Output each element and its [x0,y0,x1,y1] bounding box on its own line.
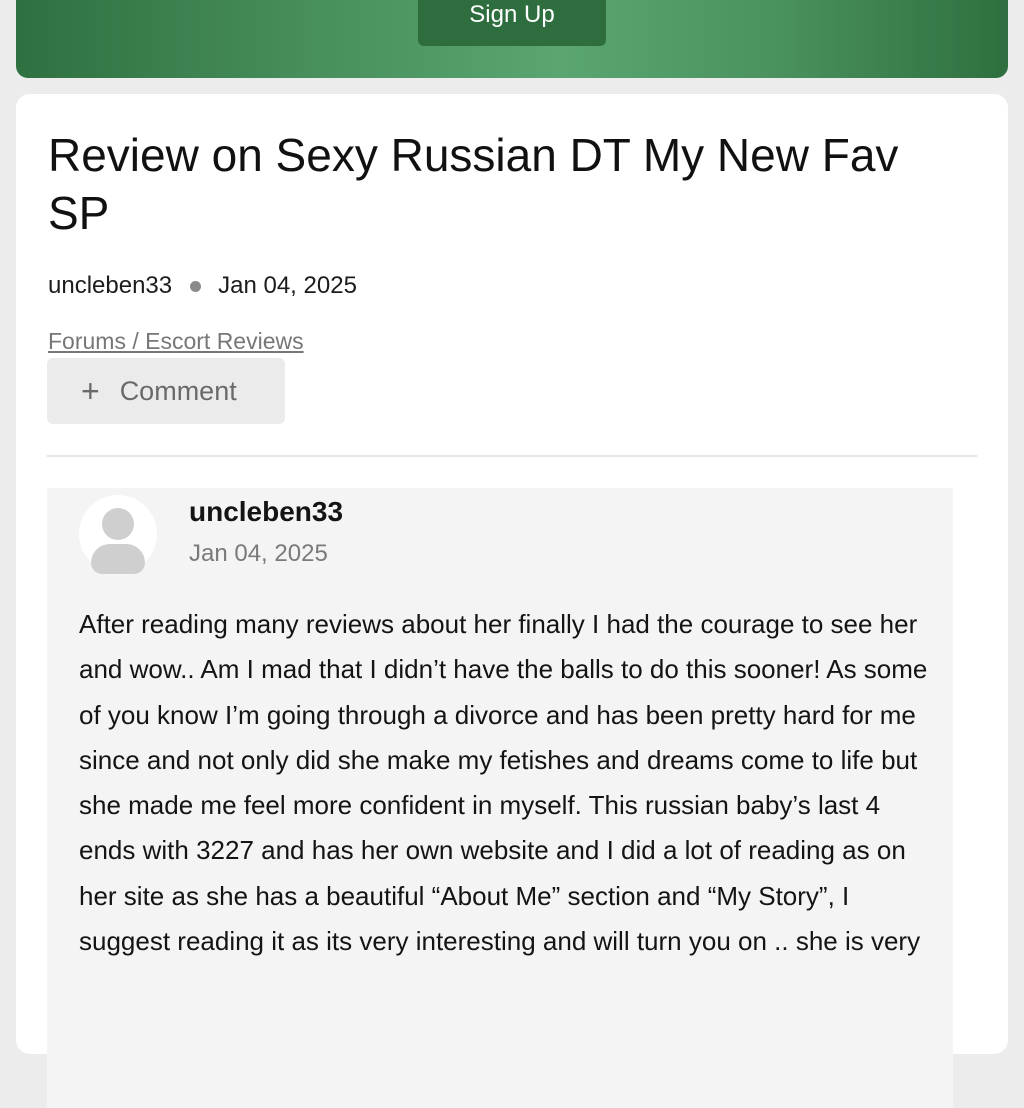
topic-author[interactable]: uncleben33 [48,272,172,300]
avatar-body [91,544,145,574]
divider [47,455,977,457]
comment-button[interactable]: + Comment [47,358,285,424]
breadcrumb[interactable]: Forums / Escort Reviews [48,328,304,355]
post-author[interactable]: uncleben33 [189,496,343,528]
user-avatar-icon[interactable] [79,495,157,574]
post: uncleben33 Jan 04, 2025 After reading ma… [47,488,953,1108]
comment-button-label: Comment [119,375,237,406]
sign-up-button[interactable]: Sign Up [418,0,606,46]
topic-date: Jan 04, 2025 [218,272,357,299]
page-title: Review on Sexy Russian DT My New Fav SP [48,129,899,239]
dot-separator [190,280,202,292]
plus-icon: + [81,373,100,409]
post-date: Jan 04, 2025 [189,540,328,567]
avatar-head [102,508,134,540]
post-body: After reading many reviews about her fin… [79,609,928,957]
topic-card: Review on Sexy Russian DT My New Fav SP … [16,94,1008,1108]
topic-meta: uncleben33 Jan 04, 2025 [48,272,357,300]
